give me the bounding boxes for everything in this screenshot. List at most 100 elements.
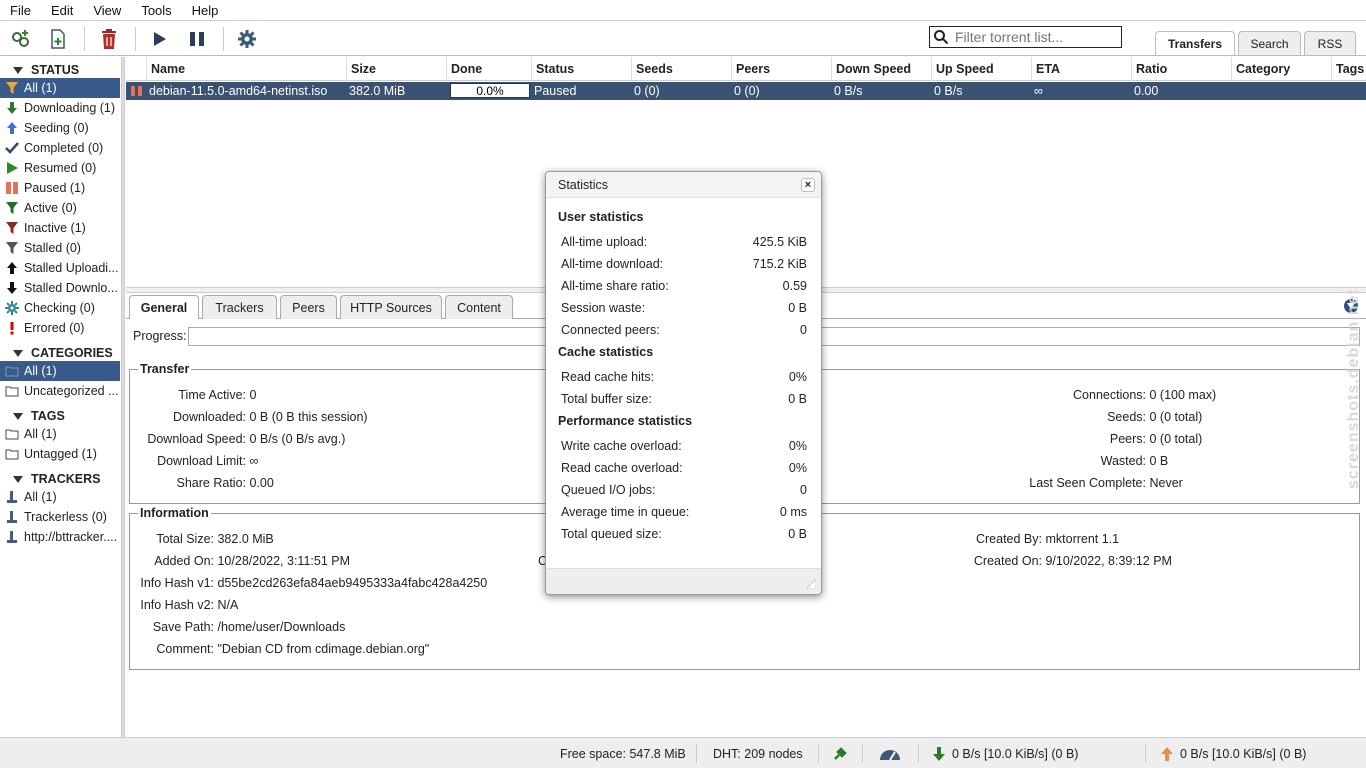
sidebar-item-inactive[interactable]: Inactive (1) — [0, 218, 120, 238]
dialog-title[interactable]: Statistics — [546, 172, 821, 198]
upload-arrow-icon — [1161, 746, 1173, 761]
sidebar-item-label: All (1) — [24, 81, 57, 95]
sidebar-item-completed[interactable]: Completed (0) — [0, 138, 120, 158]
categories-section-header[interactable]: CATEGORIES — [0, 344, 113, 362]
column-header-down-speed[interactable]: Down Speed — [831, 57, 931, 81]
search-icon — [934, 30, 949, 45]
cell-status: Paused — [534, 84, 577, 98]
menu-edit[interactable]: Edit — [41, 3, 83, 18]
column-header-size[interactable]: Size — [346, 57, 446, 81]
collapse-triangle-icon — [13, 349, 23, 357]
menu-file[interactable]: File — [0, 3, 41, 18]
column-header-status[interactable]: Status — [531, 57, 631, 81]
column-header-peers[interactable]: Peers — [731, 57, 831, 81]
sidebar-item-stalled[interactable]: Stalled (0) — [0, 238, 120, 258]
tab-general[interactable]: General — [129, 295, 199, 319]
sidebar-resize-handle[interactable] — [121, 57, 125, 737]
sidebar-item-errored[interactable]: Errored (0) — [0, 318, 120, 338]
performance-statistics-heading: Performance statistics — [558, 414, 693, 428]
tracker-icon — [4, 489, 20, 505]
stat-all-time-upload: All-time upload: 425.5 KiB — [561, 235, 807, 249]
info-created-on: Created On: 9/10/2022, 8:39:12 PM — [973, 554, 1172, 568]
add-torrent-link-button[interactable] — [8, 26, 34, 52]
connection-status-icon[interactable] — [832, 738, 848, 768]
sidebar-item-stalled-uploading[interactable]: Stalled Uploadi... — [0, 258, 120, 278]
pause-button[interactable] — [184, 26, 210, 52]
statistics-dialog: Statistics × User statistics All-time up… — [545, 171, 822, 595]
checkmark-icon — [4, 140, 20, 156]
sidebar-item-checking[interactable]: Checking (0) — [0, 298, 120, 318]
cell-down-speed: 0 B/s — [834, 84, 863, 98]
tracker-icon — [4, 529, 20, 545]
tab-http-sources[interactable]: HTTP Sources — [340, 295, 442, 319]
tab-transfers[interactable]: Transfers — [1155, 31, 1235, 55]
tab-content[interactable]: Content — [445, 295, 513, 319]
status-bar: Free space: 547.8 MiB DHT: 209 nodes 0 B… — [0, 737, 1366, 768]
section-title: TRACKERS — [31, 472, 101, 486]
sidebar-item-tracker-all[interactable]: All (1) — [0, 487, 120, 507]
sidebar-item-uncategorized[interactable]: Uncategorized ... — [0, 381, 120, 401]
resize-grip-icon[interactable] — [806, 579, 816, 589]
tags-section-header[interactable]: TAGS — [0, 407, 65, 425]
tab-peers[interactable]: Peers — [280, 295, 337, 319]
sidebar-item-label: All (1) — [24, 490, 57, 504]
transfer-time-active: Time Active: 0 — [178, 388, 257, 402]
dht-nodes: DHT: 209 nodes — [713, 746, 803, 761]
sidebar-item-tracker-url[interactable]: http://bttracker.... — [0, 527, 120, 547]
resume-button[interactable] — [146, 26, 172, 52]
sidebar-item-stalled-downloading[interactable]: Stalled Downlo... — [0, 278, 120, 298]
status-section-header[interactable]: STATUS — [0, 61, 79, 79]
options-button[interactable] — [234, 26, 260, 52]
column-header-seeds[interactable]: Seeds — [631, 57, 731, 81]
sidebar-item-category-all[interactable]: All (1) — [0, 361, 120, 381]
tracker-icon — [4, 509, 20, 525]
sidebar-item-label: Stalled (0) — [24, 241, 81, 255]
transfer-wasted: Wasted: 0 B — [1100, 454, 1169, 468]
sidebar-item-resumed[interactable]: Resumed (0) — [0, 158, 120, 178]
menu-tools[interactable]: Tools — [131, 3, 181, 18]
add-torrent-file-button[interactable] — [45, 26, 71, 52]
tab-search[interactable]: Search — [1238, 31, 1301, 55]
tab-rss[interactable]: RSS — [1304, 31, 1356, 55]
column-header-name[interactable]: Name — [146, 57, 346, 81]
column-header-ratio[interactable]: Ratio — [1131, 57, 1231, 81]
menu-view[interactable]: View — [83, 3, 131, 18]
section-title: TAGS — [31, 409, 65, 423]
progress-label: Progress: — [133, 329, 187, 343]
tab-trackers[interactable]: Trackers — [202, 295, 277, 319]
sidebar-item-untagged[interactable]: Untagged (1) — [0, 444, 120, 464]
filter-input[interactable] — [955, 29, 1115, 45]
delete-button[interactable] — [96, 26, 122, 52]
column-header-category[interactable]: Category — [1231, 57, 1331, 81]
section-title: CATEGORIES — [31, 346, 113, 360]
play-icon — [154, 32, 166, 46]
sidebar-item-active[interactable]: Active (0) — [0, 198, 120, 218]
sidebar-item-paused[interactable]: Paused (1) — [0, 178, 120, 198]
menu-help[interactable]: Help — [182, 3, 229, 18]
close-button[interactable]: × — [801, 178, 815, 192]
watermark: screenshots.debian.net — [1345, 288, 1362, 489]
sidebar-item-all[interactable]: All (1) — [0, 78, 120, 98]
sidebar-item-seeding[interactable]: Seeding (0) — [0, 118, 120, 138]
table-row[interactable]: debian-11.5.0-amd64-netinst.iso 382.0 Mi… — [126, 82, 1366, 100]
speed-limit-icon[interactable] — [878, 738, 902, 768]
column-header-done[interactable]: Done — [446, 57, 531, 81]
sidebar-item-downloading[interactable]: Downloading (1) — [0, 98, 120, 118]
sidebar-item-trackerless[interactable]: Trackerless (0) — [0, 507, 120, 527]
upload-speed: 0 B/s [10.0 KiB/s] (0 B) — [1161, 738, 1306, 768]
cell-peers: 0 (0) — [734, 84, 760, 98]
toolbar: Transfers Search RSS — [0, 21, 1366, 56]
folder-icon — [4, 383, 20, 399]
trackers-section-header[interactable]: TRACKERS — [0, 470, 100, 488]
sidebar-item-label: Trackerless (0) — [24, 510, 107, 524]
column-header-eta[interactable]: ETA — [1031, 57, 1131, 81]
dialog-footer — [546, 568, 821, 594]
sidebar-item-label: Inactive (1) — [24, 221, 86, 235]
column-header-up-speed[interactable]: Up Speed — [931, 57, 1031, 81]
cache-statistics-heading: Cache statistics — [558, 345, 654, 359]
sidebar-item-tag-all[interactable]: All (1) — [0, 424, 120, 444]
sidebar-item-label: http://bttracker.... — [24, 530, 118, 544]
transfer-seeds: Seeds: 0 (0 total) — [1107, 410, 1203, 424]
menu-bar: File Edit View Tools Help — [0, 0, 1366, 21]
column-header-tags[interactable]: Tags — [1331, 57, 1366, 81]
